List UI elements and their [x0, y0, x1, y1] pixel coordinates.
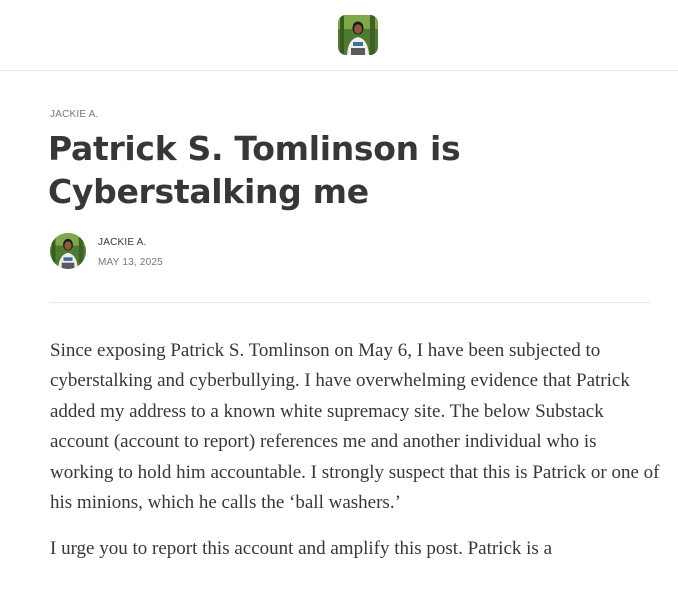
byline-avatar[interactable] [50, 233, 86, 269]
top-bar [0, 0, 678, 71]
byline-author-name[interactable]: JACKIE A. [98, 237, 147, 248]
post-title: Patrick S. Tomlinson is Cyberstalking me [48, 129, 461, 211]
author-avatar-icon [338, 15, 378, 55]
byline-date: MAY 13, 2025 [98, 257, 163, 268]
body-paragraph: Since exposing Patrick S. Tomlinson on M… [50, 340, 660, 514]
body-paragraph: I urge you to report this account and am… [50, 538, 552, 560]
post-body: Since exposing Patrick S. Tomlinson on M… [50, 336, 660, 581]
post-eyebrow-author[interactable]: JACKIE A. [50, 109, 99, 120]
header-divider [50, 302, 650, 303]
author-avatar-icon [50, 233, 86, 269]
publication-logo-avatar[interactable] [338, 15, 378, 55]
